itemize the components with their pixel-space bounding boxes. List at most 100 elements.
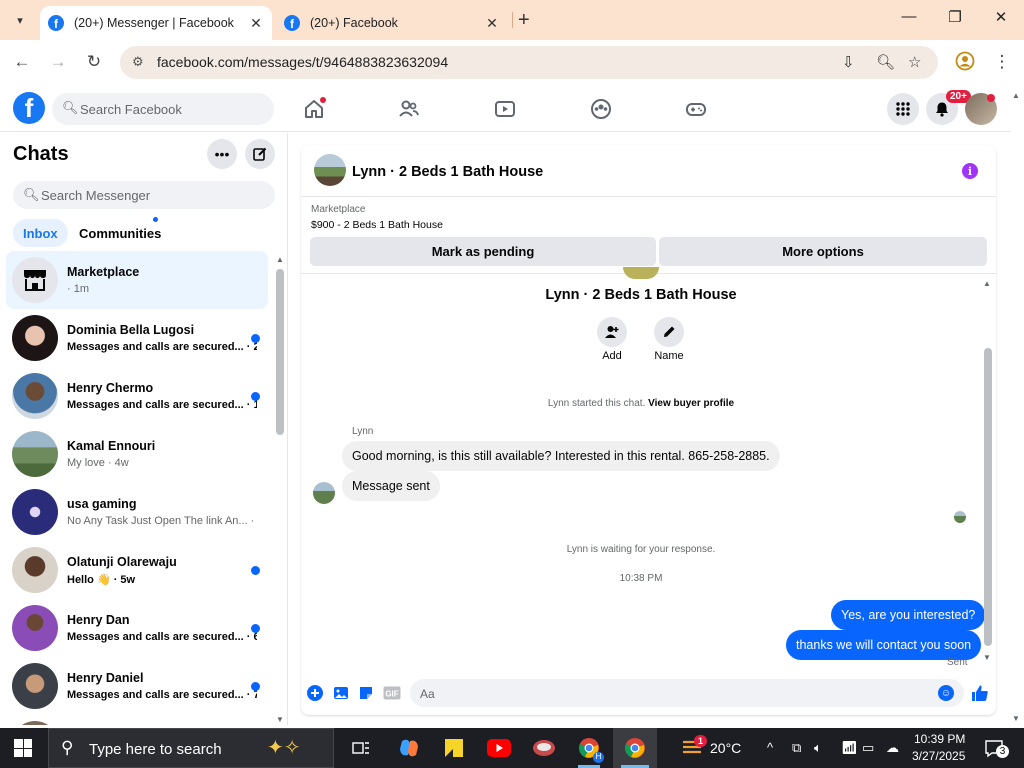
cloud-icon[interactable]: ☁ — [886, 740, 899, 756]
info-icon[interactable]: i — [962, 163, 978, 179]
copilot-icon[interactable] — [395, 734, 423, 762]
clock-time[interactable]: 10:39 PM — [914, 732, 965, 746]
install-app-icon[interactable]: ⇩ — [842, 53, 855, 71]
browser-menu-icon[interactable]: ⋮ — [991, 52, 1013, 72]
outgoing-message[interactable]: thanks we will contact you soon — [786, 630, 982, 660]
task-view-icon[interactable] — [347, 734, 375, 762]
unread-dot — [251, 566, 260, 575]
forward-button[interactable]: → — [47, 52, 69, 72]
incoming-message[interactable]: Message sent — [342, 471, 440, 501]
plus-icon[interactable] — [306, 684, 324, 702]
chat-item-henry-dan[interactable]: Henry Dan Messages and calls are secured… — [6, 599, 268, 657]
scroll-down-arrow[interactable]: ▼ — [276, 715, 284, 724]
avatar — [12, 547, 58, 593]
chat-item-partial[interactable] — [6, 715, 268, 725]
windows-taskbar: ⚲ Type here to search ✦✧ H 1 20°C ^ ⧉ 🔈︎… — [0, 728, 1024, 768]
tab-messenger[interactable]: f (20+) Messenger | Facebook ✕ — [40, 6, 272, 40]
sticker-icon[interactable] — [357, 684, 375, 702]
avatar — [12, 489, 58, 535]
message-input[interactable]: Aa ☺ — [410, 679, 964, 707]
chat-item-kamal[interactable]: Kamal Ennouri My love · 4w — [6, 425, 268, 483]
close-window-button[interactable]: ✕ — [989, 8, 1013, 26]
facebook-logo[interactable]: f — [13, 92, 45, 124]
bookmark-star-icon[interactable]: ☆ — [908, 53, 921, 71]
weather-temp[interactable]: 20°C — [710, 740, 741, 756]
chat-item-dominia[interactable]: Dominia Bella Lugosi Messages and calls … — [6, 309, 268, 367]
page-scroll-down[interactable]: ▼ — [1012, 714, 1020, 723]
tab-search-button[interactable]: ▾ — [8, 8, 32, 32]
taskbar-search-input[interactable]: ⚲ Type here to search ✦✧ — [48, 728, 334, 768]
mark-as-pending-button[interactable]: Mark as pending — [310, 237, 656, 266]
incoming-message[interactable]: Good morning, is this still available? I… — [342, 441, 780, 471]
facebook-search-input[interactable]: 🔍︎ Search Facebook — [52, 93, 274, 125]
more-options-button[interactable]: More options — [659, 237, 987, 266]
outgoing-message[interactable]: Yes, are you interested? — [831, 600, 986, 630]
sent-status: Sent — [947, 657, 968, 668]
photo-icon[interactable] — [332, 684, 350, 702]
site-info-icon[interactable]: ⚙ — [132, 54, 144, 70]
listing-title[interactable]: $900 - 2 Beds 1 Bath House — [311, 219, 443, 231]
volume-icon[interactable]: 🔈︎ — [814, 740, 822, 756]
chrome-profile-badge: H — [593, 752, 604, 763]
tab-facebook[interactable]: f (20+) Facebook ✕ — [276, 6, 508, 40]
menu-grid-icon[interactable] — [887, 93, 919, 125]
minimize-button[interactable]: — — [897, 8, 921, 25]
sidebar-scrollbar[interactable] — [276, 269, 284, 435]
video-icon[interactable] — [493, 98, 517, 122]
windows-start-icon[interactable] — [14, 739, 32, 757]
new-tab-button[interactable]: + — [518, 9, 530, 32]
gaming-icon[interactable] — [684, 98, 708, 122]
chat-name: Henry Dan — [67, 613, 130, 627]
chats-sidebar: Chats ••• 🔍︎ Search Messenger Inbox Comm… — [0, 133, 288, 725]
close-tab-icon[interactable]: ✕ — [482, 15, 502, 32]
messenger-search-input[interactable]: 🔍︎ Search Messenger — [13, 181, 275, 209]
chat-item-henry-chermo[interactable]: Henry Chermo Messages and calls are secu… — [6, 367, 268, 425]
sender-avatar[interactable] — [313, 482, 335, 504]
add-person-icon[interactable] — [597, 317, 627, 347]
url-text[interactable]: facebook.com/messages/t/9464883823632094 — [157, 54, 448, 70]
friends-icon[interactable] — [397, 98, 421, 122]
like-thumb-icon[interactable] — [970, 684, 990, 702]
chat-item-henry-daniel[interactable]: Henry Daniel Messages and calls are secu… — [6, 657, 268, 715]
tab-communities[interactable]: Communities — [69, 219, 171, 247]
conversation-title[interactable]: Lynn · 2 Beds 1 Bath House — [352, 164, 543, 180]
zoom-icon[interactable]: 🔍︎ — [876, 53, 895, 71]
app-icon[interactable] — [530, 734, 558, 762]
conversation-scrollbar[interactable] — [984, 348, 992, 646]
new-message-icon[interactable] — [245, 139, 275, 169]
chat-item-usa-gaming[interactable]: usa gaming No Any Task Just Open The lin… — [6, 483, 268, 541]
youtube-icon[interactable] — [485, 734, 513, 762]
chat-started-line: Lynn started this chat. View buyer profi… — [301, 398, 981, 409]
pencil-icon[interactable] — [654, 317, 684, 347]
emoji-icon[interactable]: ☺ — [938, 685, 954, 701]
message-placeholder: Aa — [420, 687, 435, 701]
chat-name: Henry Chermo — [67, 381, 154, 395]
show-hidden-icons-chevron-icon[interactable]: ^ — [767, 740, 773, 755]
tab-title: (20+) Messenger | Facebook — [74, 16, 234, 30]
groups-icon[interactable] — [589, 98, 613, 122]
avatar — [12, 663, 58, 709]
wifi-icon[interactable]: 📶︎ — [841, 740, 858, 756]
chrome-icon[interactable] — [621, 734, 649, 762]
scroll-down-arrow[interactable]: ▼ — [983, 653, 991, 662]
more-options-icon[interactable]: ••• — [207, 139, 237, 169]
battery-icon[interactable]: ▭ — [862, 740, 874, 756]
gif-icon[interactable]: GIF — [383, 684, 401, 702]
tab-inbox[interactable]: Inbox — [13, 219, 68, 247]
chat-item-marketplace[interactable]: Marketplace · 1m — [6, 251, 268, 309]
scroll-up-arrow[interactable]: ▲ — [276, 255, 284, 264]
chat-item-olatunji[interactable]: Olatunji Olarewaju Hello 👋 · 5w — [6, 541, 268, 599]
network-device-icon[interactable]: ⧉ — [792, 740, 801, 756]
reload-button[interactable]: ↻ — [83, 52, 105, 72]
back-button[interactable]: ← — [11, 52, 33, 72]
sticky-notes-icon[interactable] — [440, 734, 468, 762]
view-buyer-profile-link[interactable]: View buyer profile — [648, 398, 734, 409]
conversation-avatar[interactable] — [314, 154, 346, 186]
clock-date[interactable]: 3/27/2025 — [912, 749, 965, 763]
page-scroll-up[interactable]: ▲ — [1012, 91, 1020, 100]
close-tab-icon[interactable]: ✕ — [246, 15, 266, 32]
address-bar[interactable]: ⚙ facebook.com/messages/t/94648838236320… — [120, 46, 938, 79]
scroll-up-arrow[interactable]: ▲ — [983, 279, 991, 288]
restore-button[interactable]: ❐ — [943, 8, 967, 26]
profile-icon[interactable] — [954, 51, 976, 76]
